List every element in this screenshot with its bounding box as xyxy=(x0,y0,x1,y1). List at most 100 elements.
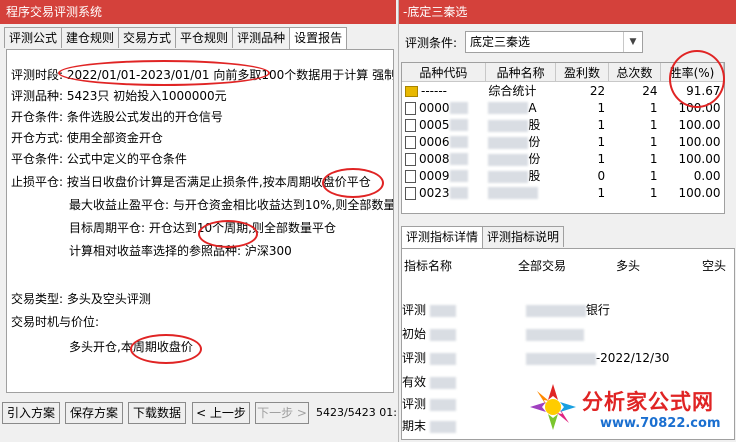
detail-metric-name: 评测 xyxy=(402,351,427,365)
table-row[interactable]: 0023 1 1 100.00 xyxy=(402,184,724,201)
tab-varieties[interactable]: 评测品种 xyxy=(232,27,291,48)
detail-row: 评测 银行 xyxy=(402,301,610,318)
table-row[interactable]: 0000 A 1 1 100.00 xyxy=(402,99,724,116)
open-cond-value: 条件选股公式发出的开仓信号 xyxy=(66,110,223,124)
row-name: 份 xyxy=(528,135,541,149)
file-icon xyxy=(405,135,416,149)
open-mode-row: 开仓方式: 使用全部资金开仓 xyxy=(11,129,163,146)
table-row[interactable]: 0009 股 0 1 0.00 xyxy=(402,167,724,184)
detail-metric-name: 评测 xyxy=(402,397,427,411)
col-total[interactable]: 总次数 xyxy=(608,63,661,82)
row-code: 0000 xyxy=(419,100,450,115)
row-profit: 1 xyxy=(597,185,606,200)
site-watermark: 分析家公式网 www.70822.com xyxy=(520,380,736,442)
variety-row: 评测品种: 5423只 初始投入1000000元 xyxy=(11,87,227,104)
row-profit: 1 xyxy=(597,117,606,132)
row-name: 股 xyxy=(528,169,541,183)
trade-type-label: 交易类型: xyxy=(11,292,64,306)
detail-row: 有效 xyxy=(402,373,457,390)
row-code: 0009 xyxy=(419,168,450,183)
row-profit: 1 xyxy=(597,100,606,115)
table-row[interactable]: 0005 股 1 1 100.00 xyxy=(402,116,724,133)
save-plan-button[interactable]: 保存方案 xyxy=(65,402,123,424)
detail-header-long: 多头 xyxy=(616,259,641,273)
detail-row: 评测 xyxy=(402,395,457,412)
timing-label: 交易时机与价位: xyxy=(11,315,100,329)
detail-header-all: 全部交易 xyxy=(518,259,567,273)
row-profit: 1 xyxy=(597,151,606,166)
detail-metric-name: 评测 xyxy=(402,303,427,317)
import-plan-button[interactable]: 引入方案 xyxy=(2,402,60,424)
close-cond-label: 平仓条件: xyxy=(11,152,64,166)
file-icon xyxy=(405,169,416,183)
max-profit-row: 最大收益止盈平仓: 与开仓资金相比收益达到10%,则全部数量平仓 xyxy=(69,198,394,212)
detail-metric-name: 有效 xyxy=(402,375,427,389)
open-mode-label: 开仓方式: xyxy=(11,131,64,145)
next-step-button[interactable]: 下一步 > xyxy=(255,402,309,424)
open-cond-row: 开仓条件: 条件选股公式发出的开仓信号 xyxy=(11,108,223,125)
detail-row: 期末 xyxy=(402,417,457,434)
row-rate: 100.00 xyxy=(678,185,721,200)
annotation-circle xyxy=(198,220,258,248)
download-data-button[interactable]: 下载数据 xyxy=(128,402,186,424)
file-icon xyxy=(405,101,416,115)
row-code: 0008 xyxy=(419,151,450,166)
file-icon xyxy=(405,152,416,166)
progress-status: 5423/5423 01: xyxy=(316,406,397,419)
button-bar: 引入方案 保存方案 下载数据 < 上一步 下一步 > 5423/5423 01: xyxy=(0,402,397,428)
detail-header-metric: 指标名称 xyxy=(404,259,453,273)
table-row[interactable]: 0006 份 1 1 100.00 xyxy=(402,133,724,150)
row-code: 0023 xyxy=(419,185,450,200)
row-profit: 22 xyxy=(589,83,606,98)
window-title: 程序交易评测系统 xyxy=(0,0,396,24)
tab-open-rules[interactable]: 建仓规则 xyxy=(61,27,120,48)
col-name[interactable]: 品种名称 xyxy=(485,63,557,82)
row-total: 1 xyxy=(649,100,658,115)
period-label: 评测时段: xyxy=(11,68,64,82)
row-name: 份 xyxy=(528,152,541,166)
file-icon xyxy=(405,118,416,132)
prev-step-button[interactable]: < 上一步 xyxy=(192,402,250,424)
detail-tab-bar: 评测指标详情 评测指标说明 xyxy=(401,226,565,249)
variety-label: 评测品种: xyxy=(11,89,64,103)
condition-label: 评测条件: xyxy=(405,36,458,50)
file-icon xyxy=(405,186,416,200)
tab-report[interactable]: 设置报告 xyxy=(289,27,348,50)
detail-value: 银行 xyxy=(585,303,610,317)
tab-metric-help[interactable]: 评测指标说明 xyxy=(482,226,565,247)
strategy-test-window: 程序交易评测系统 评测公式 建仓规则 交易方式 平仓规则 评测品种 设置报告 评… xyxy=(0,0,397,442)
variety-value: 5423只 初始投入1000000元 xyxy=(66,89,227,103)
trade-type-row: 交易类型: 多头及空头评测 xyxy=(11,290,151,307)
chevron-down-icon[interactable]: ▼ xyxy=(623,32,642,52)
row-code: 0006 xyxy=(419,134,450,149)
stop-row: 止损平仓: 按当日收盘价计算是否满足止损条件,按本周期收盘价平仓 xyxy=(11,173,371,190)
row-code: ------ xyxy=(421,83,447,98)
close-cond-row: 平仓条件: 公式中定义的平仓条件 xyxy=(11,150,187,167)
tab-trade-mode[interactable]: 交易方式 xyxy=(118,27,177,48)
detail-row: 初始 xyxy=(402,325,584,342)
row-total: 1 xyxy=(649,151,658,166)
annotation-circle xyxy=(669,50,725,108)
tab-formula[interactable]: 评测公式 xyxy=(4,27,63,48)
table-row[interactable]: 0008 份 1 1 100.00 xyxy=(402,150,724,167)
row-profit: 0 xyxy=(597,168,606,183)
row-name: 股 xyxy=(528,118,541,132)
result-window: -底定三秦选 评测条件: 底定三秦选 ▼ 品种代码 品种名称 盈利数 总次数 胜… xyxy=(398,0,736,442)
open-cond-label: 开仓条件: xyxy=(11,110,64,124)
open-mode-value: 使用全部资金开仓 xyxy=(66,131,163,145)
watermark-text: 分析家公式网 xyxy=(582,390,714,414)
tab-close-rules[interactable]: 平仓规则 xyxy=(175,27,234,48)
detail-metric-name: 初始 xyxy=(402,327,427,341)
stop-label: 止损平仓: xyxy=(11,175,64,189)
annotation-circle xyxy=(58,60,270,86)
watermark-logo-icon xyxy=(530,384,576,430)
col-profit[interactable]: 盈利数 xyxy=(555,63,609,82)
watermark-url: www.70822.com xyxy=(600,416,721,431)
tab-metric-details[interactable]: 评测指标详情 xyxy=(401,226,484,249)
condition-select[interactable]: 底定三秦选 ▼ xyxy=(465,31,643,53)
detail-row: 评测 -2022/12/30 xyxy=(402,349,669,366)
col-code[interactable]: 品种代码 xyxy=(402,63,486,82)
trade-type-value: 多头及空头评测 xyxy=(66,292,151,306)
report-panel: 评测时段: 2022/01/01-2023/01/01 向前多取100个数据用于… xyxy=(6,49,394,393)
row-rate: 100.00 xyxy=(678,151,721,166)
